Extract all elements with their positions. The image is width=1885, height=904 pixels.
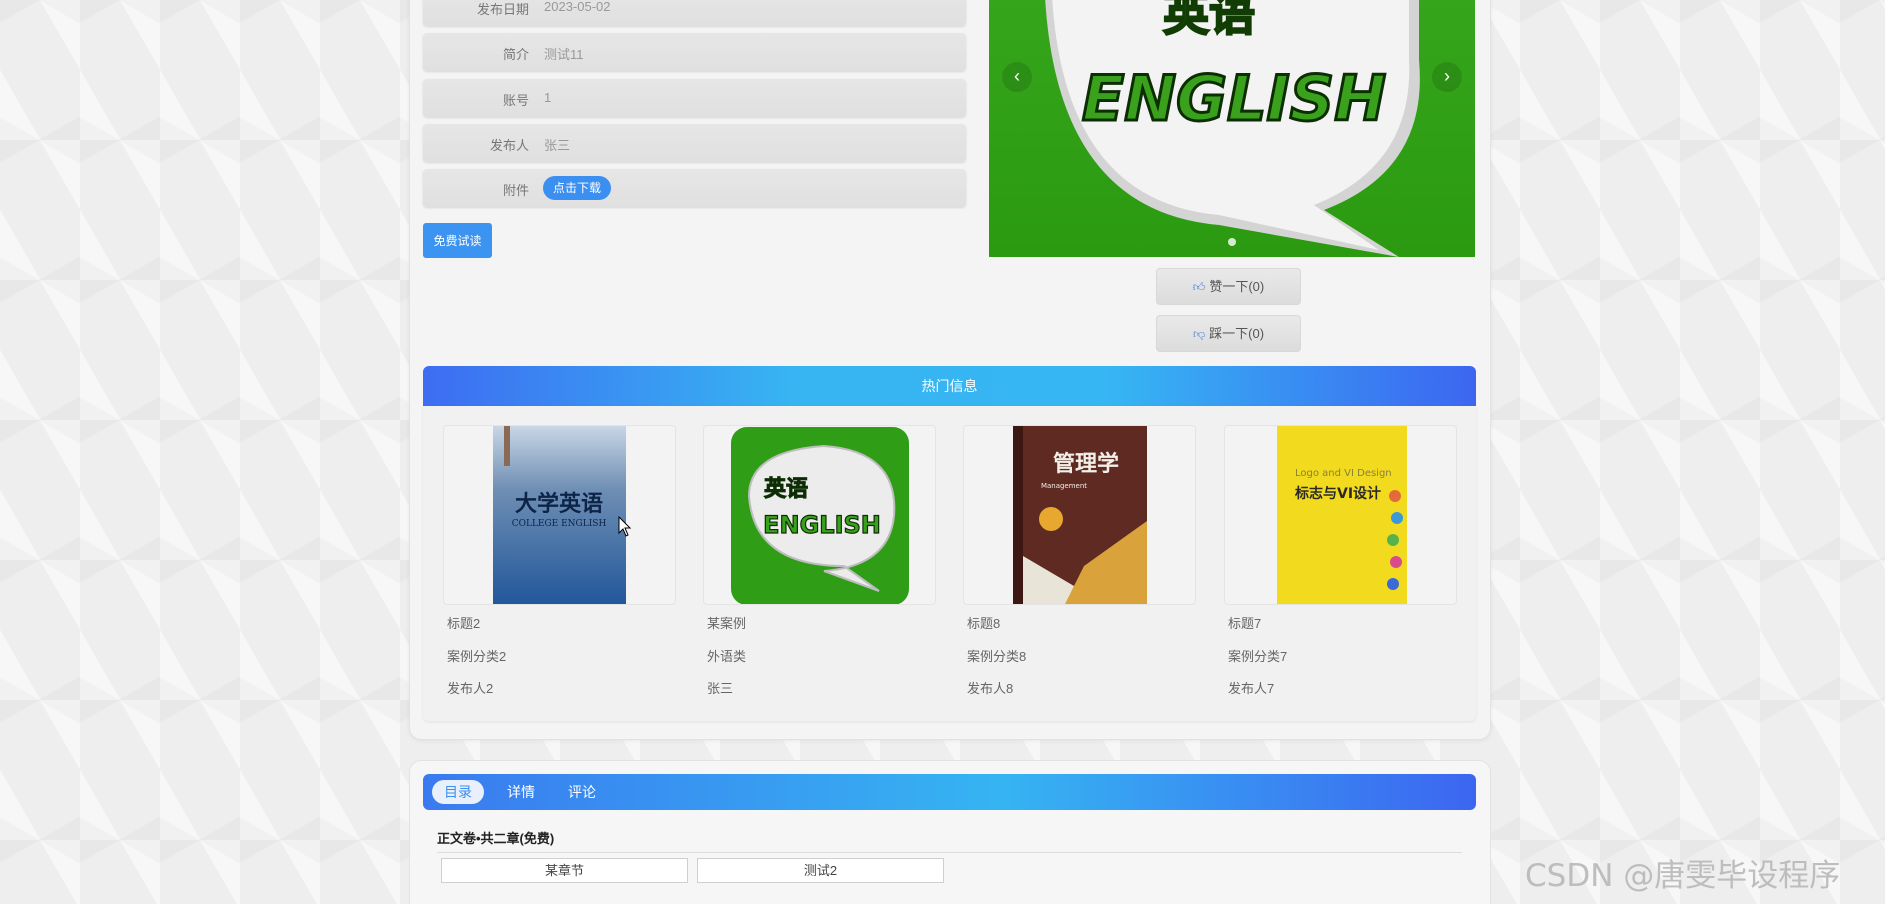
card-cover[interactable]: 大学英语 COLLEGE ENGLISH (443, 425, 676, 605)
card-category: 案例分类7 (1228, 649, 1288, 664)
tab-comments[interactable]: 评论 (568, 780, 596, 804)
management-cover-image: 管理学 Management (1013, 426, 1147, 604)
card-cover[interactable]: 管理学 Management (963, 425, 1196, 605)
info-row-publisher: 发布人 张三 (423, 124, 966, 162)
chevron-right-icon[interactable]: › (1432, 62, 1462, 92)
card-title[interactable]: 标题8 (967, 613, 1000, 632)
card-category: 案例分类2 (447, 649, 507, 664)
card-title[interactable]: 标题2 (447, 613, 480, 632)
info-label: 简介 (502, 47, 529, 62)
cover-title-en: ENGLISH (763, 511, 881, 539)
hot-card[interactable]: 管理学 Management 标题8 案例分类8 发布人8 (963, 425, 1196, 696)
info-label: 账号 (502, 93, 529, 108)
card-publisher: 发布人8 (967, 681, 1014, 696)
info-row-intro: 简介 测试11 (423, 33, 966, 71)
banner-title-cn: 英语 (1163, 0, 1255, 41)
card-title[interactable]: 标题7 (1228, 613, 1261, 632)
info-row-attachment: 附件 点击下载 (423, 169, 966, 207)
card-category: 案例分类8 (967, 649, 1027, 664)
cover-title-cn: 标志与VI设计 (1294, 485, 1381, 502)
cover-title-en: Logo and VI Design (1295, 468, 1392, 479)
cover-title-cn: 英语 (764, 477, 808, 502)
info-row-account: 账号 1 (423, 79, 966, 117)
dislike-label: 踩一下(0) (1209, 326, 1265, 341)
english-cover-image: 英语 ENGLISH (731, 427, 909, 604)
card-publisher: 张三 (707, 681, 734, 696)
info-label: 发布日期 (476, 2, 529, 17)
logo-vi-design-cover-image: Logo and VI Design 标志与VI设计 (1277, 426, 1407, 604)
cover-title-en: COLLEGE ENGLISH (512, 519, 607, 529)
card-title[interactable]: 某案例 (707, 613, 746, 632)
thumbs-up-icon: 👍︎ (1192, 280, 1206, 294)
chapter-item[interactable]: 测试2 (697, 858, 944, 883)
college-english-cover-image: 大学英语 COLLEGE ENGLISH (493, 426, 626, 604)
watermark: CSDN @唐雯毕设程序 (1525, 858, 1841, 894)
info-value: 1 (544, 90, 552, 105)
hot-info-header: 热门信息 (423, 366, 1476, 406)
info-value: 测试11 (544, 47, 584, 62)
chapter-item[interactable]: 某章节 (441, 858, 688, 883)
hot-card[interactable]: Logo and VI Design 标志与VI设计 标题7 案例分类7 发布人… (1224, 425, 1457, 696)
volume-title: 正文卷•共二章(免费) (437, 831, 555, 846)
banner-carousel[interactable]: 英语 ENGLISH ‹ › (989, 0, 1475, 257)
card-publisher: 发布人7 (1228, 681, 1275, 696)
like-label: 赞一下(0) (1209, 279, 1265, 294)
cover-title-cn: 大学英语 (515, 491, 603, 517)
card-cover[interactable]: 英语 ENGLISH (703, 425, 936, 605)
info-label: 附件 (502, 183, 529, 198)
dislike-button[interactable]: 👎︎ 踩一下(0) (1156, 315, 1301, 352)
tab-details[interactable]: 详情 (507, 780, 535, 804)
hot-card[interactable]: 大学英语 COLLEGE ENGLISH 标题2 案例分类2 发布人2 (443, 425, 676, 696)
free-trial-button[interactable]: 免费试读 (423, 223, 492, 258)
english-banner-image: 英语 ENGLISH (1045, 0, 1420, 257)
banner-title-en: ENGLISH (1082, 62, 1386, 135)
cover-title-en: Management (1041, 482, 1087, 490)
cover-title-cn: 管理学 (1053, 451, 1119, 477)
card-category: 外语类 (707, 649, 747, 664)
info-row-date: 发布日期 2023-05-02 (423, 0, 966, 26)
like-button[interactable]: 👍︎ 赞一下(0) (1156, 268, 1301, 305)
hot-card[interactable]: 英语 ENGLISH 某案例 外语类 张三 (703, 425, 936, 696)
info-value: 2023-05-02 (544, 0, 611, 14)
info-label: 发布人 (489, 138, 529, 153)
thumbs-down-icon: 👎︎ (1192, 327, 1206, 341)
card-cover[interactable]: Logo and VI Design 标志与VI设计 (1224, 425, 1457, 605)
download-button[interactable]: 点击下载 (543, 176, 612, 200)
chevron-left-icon[interactable]: ‹ (1002, 62, 1032, 92)
divider (437, 852, 1462, 853)
tabs-bar: 目录 详情 评论 (423, 774, 1476, 810)
tab-catalog[interactable]: 目录 (432, 780, 484, 804)
mouse-cursor-icon (618, 516, 632, 537)
info-value: 张三 (544, 138, 571, 153)
card-publisher: 发布人2 (447, 681, 494, 696)
